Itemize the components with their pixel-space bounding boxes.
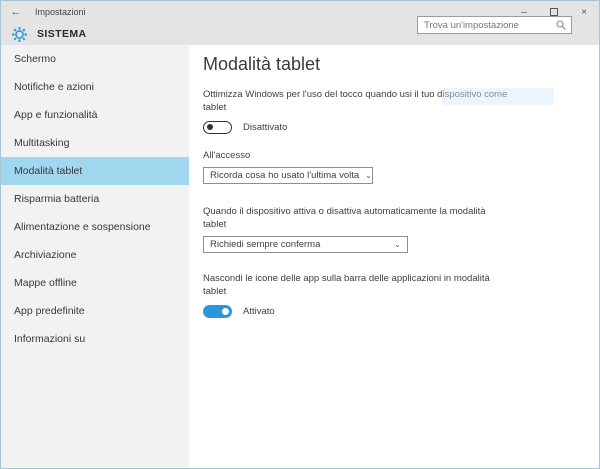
touch-optimize-row: Disattivato bbox=[203, 121, 599, 134]
hide-icons-toggle[interactable] bbox=[203, 305, 232, 318]
sidebar-item-mappe-offline[interactable]: Mappe offline bbox=[1, 269, 189, 297]
toggle-knob bbox=[207, 124, 213, 130]
sidebar-item-app-predefinite[interactable]: App predefinite bbox=[1, 297, 189, 325]
sidebar-item-label: Modalità tablet bbox=[14, 165, 82, 177]
sidebar-item-schermo[interactable]: Schermo bbox=[1, 45, 189, 73]
toggle-knob bbox=[222, 308, 229, 315]
sidebar-item-label: Informazioni su bbox=[14, 333, 85, 345]
page-section-title: SISTEMA bbox=[37, 28, 86, 40]
sidebar-item-label: Alimentazione e sospensione bbox=[14, 221, 151, 233]
sidebar-item-archiviazione[interactable]: Archiviazione bbox=[1, 241, 189, 269]
sidebar-item-modalit-tablet[interactable]: Modalità tablet bbox=[1, 157, 189, 185]
search-box bbox=[417, 16, 572, 34]
touch-optimize-toggle[interactable] bbox=[203, 121, 232, 134]
touch-optimize-toggle-label: Disattivato bbox=[243, 122, 287, 133]
sidebar-item-label: Notifiche e azioni bbox=[14, 81, 94, 93]
close-icon: × bbox=[581, 7, 587, 18]
sidebar-item-informazioni-su[interactable]: Informazioni su bbox=[1, 325, 189, 353]
gear-icon bbox=[11, 26, 28, 43]
back-button[interactable]: ← bbox=[1, 6, 31, 18]
chevron-down-icon: ⌄ bbox=[359, 171, 372, 180]
auto-switch-dropdown[interactable]: Richiedi sempre conferma ⌄ bbox=[203, 236, 408, 253]
back-arrow-icon: ← bbox=[11, 6, 22, 18]
sidebar-item-label: Risparmia batteria bbox=[14, 193, 99, 205]
window-title: Impostazioni bbox=[35, 7, 86, 17]
sidebar-item-multitasking[interactable]: Multitasking bbox=[1, 129, 189, 157]
settings-window: ← Impostazioni – × bbox=[0, 0, 600, 469]
sidebar-item-label: Mappe offline bbox=[14, 277, 77, 289]
hide-icons-description: Nascondi le icone delle app sulla barra … bbox=[203, 272, 508, 298]
sidebar-item-notifiche-e-azioni[interactable]: Notifiche e azioni bbox=[1, 73, 189, 101]
signin-dropdown-value: Ricorda cosa ho usato l'ultima volta bbox=[210, 170, 359, 181]
watermark bbox=[442, 88, 554, 105]
sidebar-nav: Schermo Notifiche e azioni App e funzional… bbox=[1, 45, 189, 468]
signin-dropdown[interactable]: Ricorda cosa ho usato l'ultima volta ⌄ bbox=[203, 167, 373, 184]
body: Schermo Notifiche e azioni App e funzional… bbox=[1, 45, 599, 468]
auto-switch-label: Quando il dispositivo attiva o disattiva… bbox=[203, 205, 508, 231]
sidebar-item-label: App e funzionalità bbox=[14, 109, 97, 121]
sidebar-item-label: Multitasking bbox=[14, 137, 69, 149]
signin-label: All'accesso bbox=[203, 149, 508, 162]
chevron-down-icon: ⌄ bbox=[388, 240, 401, 249]
sidebar-item-alimentazione-e-sospensione[interactable]: Alimentazione e sospensione bbox=[1, 213, 189, 241]
content-pane: Modalità tablet Ottimizza Windows per l'… bbox=[189, 45, 599, 468]
search-input[interactable] bbox=[418, 20, 556, 31]
top-band: ← Impostazioni – × bbox=[1, 1, 599, 45]
close-button[interactable]: × bbox=[569, 1, 599, 23]
auto-switch-dropdown-value: Richiedi sempre conferma bbox=[210, 239, 320, 250]
hide-icons-row: Attivato bbox=[203, 305, 599, 318]
search-icon[interactable] bbox=[556, 20, 566, 30]
sidebar-item-label: Archiviazione bbox=[14, 249, 76, 261]
header: SISTEMA bbox=[1, 23, 599, 45]
sidebar-item-label: App predefinite bbox=[14, 305, 85, 317]
maximize-icon bbox=[550, 8, 558, 16]
sidebar-item-label: Schermo bbox=[14, 53, 56, 65]
page-title: Modalità tablet bbox=[203, 54, 599, 75]
sidebar-item-app-e-funzionalit[interactable]: App e funzionalità bbox=[1, 101, 189, 129]
hide-icons-toggle-label: Attivato bbox=[243, 306, 275, 317]
sidebar-item-risparmia-batteria[interactable]: Risparmia batteria bbox=[1, 185, 189, 213]
